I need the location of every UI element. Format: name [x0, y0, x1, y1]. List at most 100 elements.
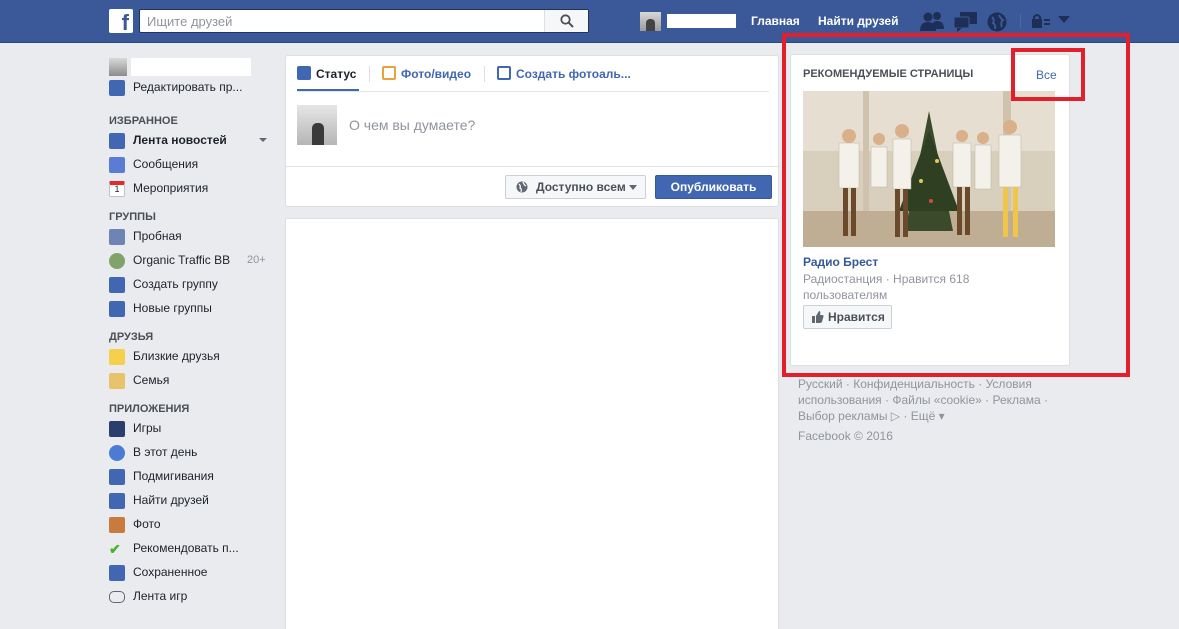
profile-name-redacted[interactable]	[131, 58, 251, 76]
sidebar-item-saved[interactable]: Сохраненное	[109, 563, 274, 587]
clock-icon	[109, 445, 125, 461]
group-icon	[109, 229, 125, 245]
bookmark-icon	[109, 565, 125, 581]
sidebar-item-recommend-pages[interactable]: ✔ Рекомендовать п...	[109, 539, 274, 563]
section-friends-title: ДРУЗЬЯ	[109, 331, 154, 343]
profile-thumbnail[interactable]	[109, 58, 127, 76]
photo-icon	[382, 66, 396, 80]
publish-button[interactable]: Опубликовать	[655, 175, 772, 199]
photos-icon	[109, 517, 125, 533]
checkmark-icon: ✔	[109, 541, 121, 557]
sidebar-item-label: Лента игр	[133, 589, 188, 603]
footer-link-more[interactable]: Ещё	[911, 409, 936, 423]
toolbar-divider	[1020, 14, 1021, 28]
sidebar-item-close-friends[interactable]: Близкие друзья	[109, 347, 274, 371]
search-button[interactable]	[544, 10, 588, 32]
pencil-icon	[297, 66, 311, 80]
ad-choices-icon: ▷	[887, 409, 901, 423]
tab-create-album[interactable]: Создать фотоаль...	[497, 66, 631, 81]
sidebar-item-label: Семья	[133, 373, 170, 387]
chevron-down-icon[interactable]	[259, 138, 267, 142]
messages-icon	[109, 157, 125, 173]
privacy-selector[interactable]: Доступно всем	[505, 175, 646, 199]
sidebar-item-group-probnaya[interactable]: Пробная	[109, 227, 274, 251]
sidebar-item-create-group[interactable]: Создать группу	[109, 275, 274, 299]
sidebar-item-photos[interactable]: Фото	[109, 515, 274, 539]
edit-profile-link[interactable]: Редактировать пр...	[109, 78, 274, 102]
home-icon	[109, 373, 125, 389]
section-groups-title: ГРУППЫ	[109, 211, 156, 223]
sidebar-item-label: Мероприятия	[133, 181, 209, 195]
globe-icon	[516, 181, 528, 193]
sidebar-item-label: Сохраненное	[133, 565, 208, 579]
tab-status[interactable]: Статус	[297, 66, 356, 81]
sidebar-item-label: Лента новостей	[133, 133, 227, 147]
tab-divider	[369, 66, 370, 82]
messages-icon[interactable]	[954, 11, 978, 33]
events-calendar-icon: 1	[109, 181, 125, 197]
pencil-icon	[109, 80, 125, 96]
new-groups-icon	[109, 301, 125, 317]
left-sidebar: Редактировать пр... ИЗБРАННОЕ Лента ново…	[109, 58, 274, 611]
sidebar-item-on-this-day[interactable]: В этот день	[109, 443, 274, 467]
create-group-icon	[109, 277, 125, 293]
home-link[interactable]: Главная	[751, 14, 800, 28]
composer-avatar	[297, 105, 337, 145]
section-apps-title: ПРИЛОЖЕНИЯ	[109, 403, 190, 415]
tab-divider	[484, 66, 485, 82]
sidebar-profile[interactable]	[109, 58, 274, 78]
news-feed-area	[285, 218, 779, 629]
search-icon	[560, 14, 574, 28]
sidebar-item-label: Фото	[133, 517, 161, 531]
tab-album-label: Создать фотоаль...	[516, 67, 631, 81]
footer-link-advertising[interactable]: Реклама	[993, 393, 1041, 407]
footer-link-cookies[interactable]: Файлы «cookie»	[892, 393, 982, 407]
footer-link-language[interactable]: Русский	[798, 377, 843, 391]
album-icon	[497, 66, 511, 80]
tab-photo-label: Фото/видео	[401, 67, 472, 81]
highlight-box-see-all	[1011, 48, 1085, 101]
account-menu-caret-icon[interactable]	[1058, 16, 1070, 24]
sidebar-item-label: Игры	[133, 421, 162, 435]
sidebar-item-group-organic-traffic[interactable]: Organic Traffic BB 20+	[109, 251, 274, 275]
sidebar-item-events[interactable]: 1 Мероприятия	[109, 179, 274, 203]
footer-copyright: Facebook © 2016	[798, 429, 893, 443]
sidebar-item-family[interactable]: Семья	[109, 371, 274, 395]
search-box	[139, 9, 589, 33]
post-composer: Статус Фото/видео Создать фотоаль... О ч…	[285, 55, 779, 207]
facebook-logo[interactable]: f	[109, 9, 133, 33]
sidebar-item-label: Пробная	[133, 229, 182, 243]
games-icon	[109, 421, 125, 437]
sidebar-item-label: Найти друзей	[133, 493, 209, 507]
privacy-lock-icon[interactable]	[1032, 13, 1050, 29]
section-favorites-title: ИЗБРАННОЕ	[109, 115, 178, 127]
star-icon	[109, 349, 125, 365]
sidebar-item-game-feed[interactable]: Лента игр	[109, 587, 274, 611]
composer-footer: Доступно всем Опубликовать	[286, 166, 778, 206]
footer-links: Русский · Конфиденциальность · Условия и…	[798, 377, 1048, 423]
sidebar-item-messages[interactable]: Сообщения	[109, 155, 274, 179]
sidebar-item-news-feed[interactable]: Лента новостей	[109, 131, 274, 155]
privacy-label: Доступно всем	[536, 180, 626, 194]
search-input[interactable]	[140, 10, 544, 32]
sidebar-item-label: Новые группы	[133, 301, 212, 315]
profile-avatar[interactable]	[640, 12, 661, 31]
status-input[interactable]: О чем вы думаете?	[349, 117, 475, 133]
sidebar-item-find-friends[interactable]: Найти друзей	[109, 491, 274, 515]
sidebar-item-label: Сообщения	[133, 157, 199, 171]
sidebar-item-label: Подмигивания	[133, 469, 214, 483]
sidebar-item-pokes[interactable]: Подмигивания	[109, 467, 274, 491]
footer-link-privacy[interactable]: Конфиденциальность	[853, 377, 975, 391]
globe-group-icon	[109, 253, 125, 269]
edit-profile-label: Редактировать пр...	[133, 80, 243, 94]
footer-link-ad-choices[interactable]: Выбор рекламы	[798, 409, 887, 423]
profile-name-redacted[interactable]	[667, 14, 736, 28]
notifications-globe-icon[interactable]	[986, 11, 1008, 33]
sidebar-item-label: В этот день	[133, 445, 198, 459]
friend-requests-icon[interactable]	[920, 11, 946, 33]
sidebar-item-new-groups[interactable]: Новые группы	[109, 299, 274, 323]
composer-tabs: Статус Фото/видео Создать фотоаль...	[286, 56, 780, 92]
tab-photo-video[interactable]: Фото/видео	[382, 66, 471, 81]
sidebar-item-games[interactable]: Игры	[109, 419, 274, 443]
find-friends-link[interactable]: Найти друзей	[818, 14, 898, 28]
